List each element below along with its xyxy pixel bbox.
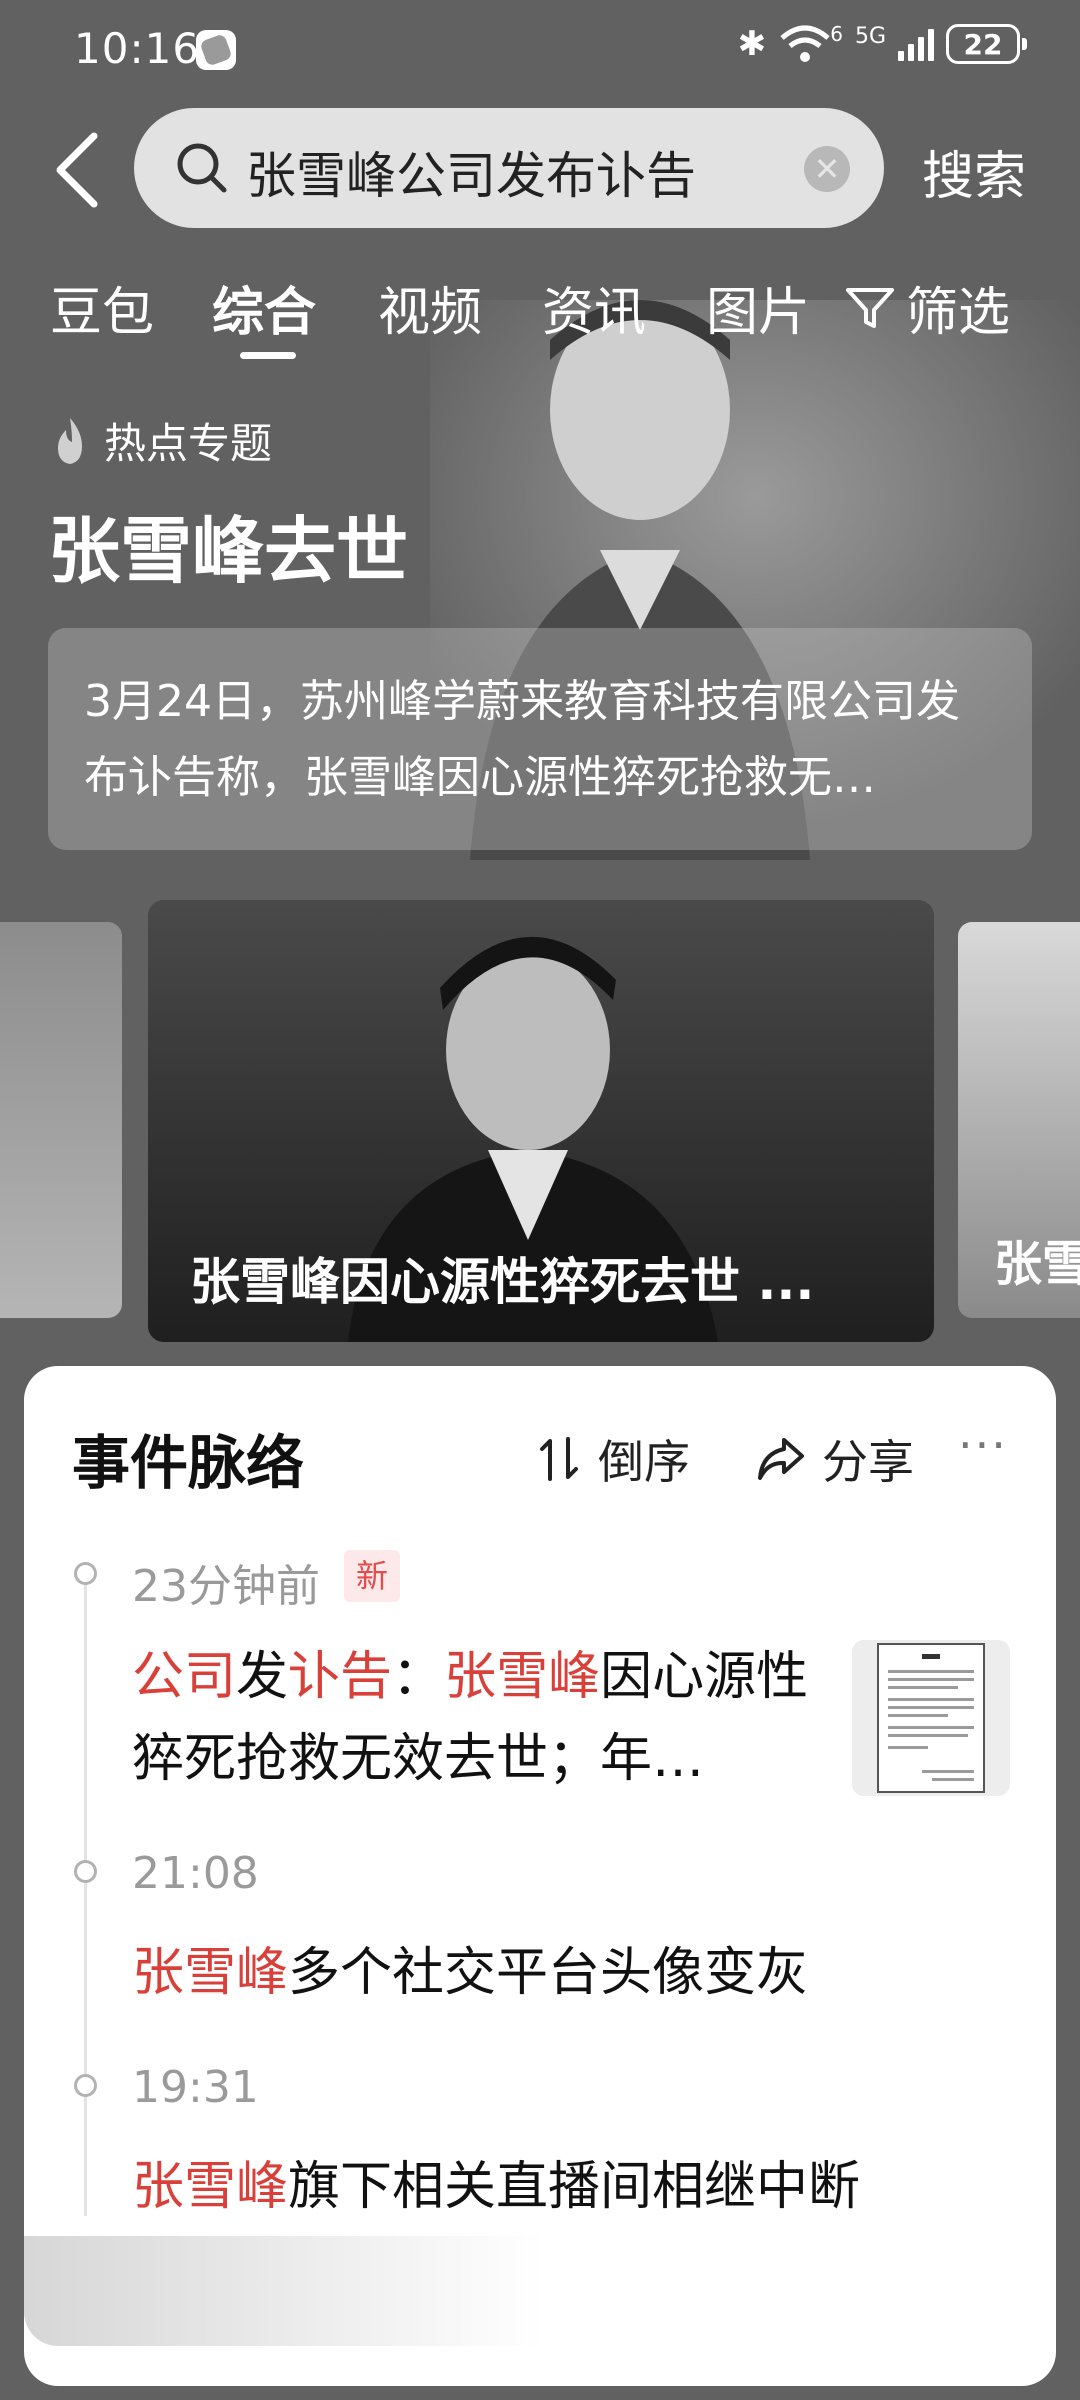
status-time: 10:16 (74, 24, 201, 73)
carousel-next-caption: 张雪 (994, 1236, 1080, 1292)
highlight-keyword: 张雪峰 (132, 1943, 289, 2003)
wifi-icon (780, 25, 830, 62)
screen: 10:16 ✱ 6 5G 22 张雪峰公司发布讣告 ✕ 搜索 豆包 综合 视频 … (0, 0, 1080, 2400)
topic-title[interactable]: 张雪峰去世 (48, 492, 408, 597)
tab-images[interactable]: 图片 (706, 270, 810, 345)
hot-topic-label: 热点专题 (104, 419, 273, 468)
event-timeline-card: 事件脉络 倒序 分享 ··· 23分钟前 新 公司发讣告：张雪峰因心源性猝死抢救… (24, 1366, 1056, 2386)
headline-text: 多个社交平台头像变灰 (288, 1943, 809, 2003)
network-type: 5G (854, 23, 886, 49)
filter-button[interactable]: 筛选 (844, 270, 1010, 345)
search-icon (177, 143, 227, 193)
obituary-document-image (852, 1640, 1010, 1796)
headline-text: ： (392, 1647, 445, 1707)
tab-news[interactable]: 资讯 (542, 270, 646, 345)
search-tabs: 豆包 综合 视频 资讯 图片 筛选 (0, 270, 1080, 360)
more-options-button[interactable]: ··· (958, 1418, 1008, 1472)
timeline-time: 23分钟前 (132, 1561, 320, 1612)
tab-comprehensive[interactable]: 综合 (212, 270, 316, 345)
document-thumbnail[interactable] (852, 1640, 1010, 1796)
timeline-title: 事件脉络 (72, 1429, 305, 1497)
search-bar-row: 张雪峰公司发布讣告 ✕ 搜索 (0, 108, 1080, 228)
highlight-keyword: 张雪峰 (132, 2157, 289, 2217)
headline-text: 发 (236, 1647, 289, 1707)
share-icon (758, 1438, 804, 1480)
carousel-card-next[interactable]: 张雪 (958, 922, 1080, 1318)
back-arrow-icon (56, 132, 98, 208)
battery-level: 22 (963, 27, 1003, 61)
tab-doubao[interactable]: 豆包 (50, 270, 154, 345)
sort-button[interactable]: 倒序 (538, 1426, 690, 1492)
hot-topic-label-row: 热点专题 (48, 410, 272, 471)
signal-strength-icon (898, 27, 934, 61)
tab-video[interactable]: 视频 (378, 270, 482, 345)
highlight-keyword: 公司 (132, 1647, 237, 1707)
sort-icon (540, 1437, 578, 1481)
highlight-keyword: 张雪峰 (444, 1647, 601, 1707)
search-query-text: 张雪峰公司发布讣告 (246, 147, 696, 205)
timeline-line (84, 1576, 87, 2216)
timeline-headline[interactable]: 张雪峰多个社交平台头像变灰 (132, 1932, 1012, 2014)
blurred-overlay (24, 2236, 544, 2346)
timeline-time: 21:08 (132, 1848, 259, 1899)
new-badge: 新 (344, 1550, 401, 1602)
carousel-card-main[interactable]: 张雪峰因心源性猝死去世 ... (148, 900, 934, 1342)
sort-label: 倒序 (598, 1435, 690, 1489)
battery-icon: 22 (946, 24, 1027, 64)
topic-summary-card[interactable]: 3月24日，苏州峰学蔚来教育科技有限公司发布讣告称，张雪峰因心源性猝死抢救无… (48, 628, 1032, 850)
carousel-main-caption: 张雪峰因心源性猝死去世 ... (190, 1253, 815, 1311)
timeline-time: 19:31 (132, 2062, 259, 2113)
timeline-headline[interactable]: 公司发讣告：张雪峰因心源性猝死抢救无效去世；年… (132, 1636, 832, 1800)
clear-search-button[interactable]: ✕ (804, 146, 850, 192)
wifi-superscript: 6 (830, 22, 843, 46)
share-button[interactable]: 分享 (756, 1426, 914, 1492)
search-submit-button[interactable]: 搜索 (922, 134, 1026, 209)
carousel-card-prev[interactable] (0, 922, 122, 1318)
bluetooth-icon: ✱ (737, 24, 767, 64)
search-input[interactable]: 张雪峰公司发布讣告 ✕ (134, 108, 884, 228)
timeline-headline[interactable]: 张雪峰旗下相关直播间相继中断 (132, 2146, 1012, 2228)
timeline-dot (74, 1860, 97, 1883)
app-notification-icon (196, 30, 236, 70)
headline-text: 旗下相关直播间相继中断 (288, 2157, 861, 2217)
timeline-dot (74, 2074, 97, 2097)
status-indicators: ✱ 6 5G 22 (737, 22, 1027, 64)
topic-summary-text: 3月24日，苏州峰学蔚来教育科技有限公司发布讣告称，张雪峰因心源性猝死抢救无… (84, 676, 960, 803)
status-bar: 10:16 ✱ 6 5G 22 (0, 0, 1080, 100)
share-label: 分享 (822, 1435, 914, 1489)
back-button[interactable] (46, 130, 116, 210)
timeline-dot (74, 1562, 97, 1585)
flame-icon (58, 417, 82, 464)
filter-label: 筛选 (906, 283, 1011, 343)
highlight-keyword: 讣告 (288, 1647, 393, 1707)
active-tab-indicator (240, 352, 296, 359)
filter-icon (846, 287, 894, 328)
